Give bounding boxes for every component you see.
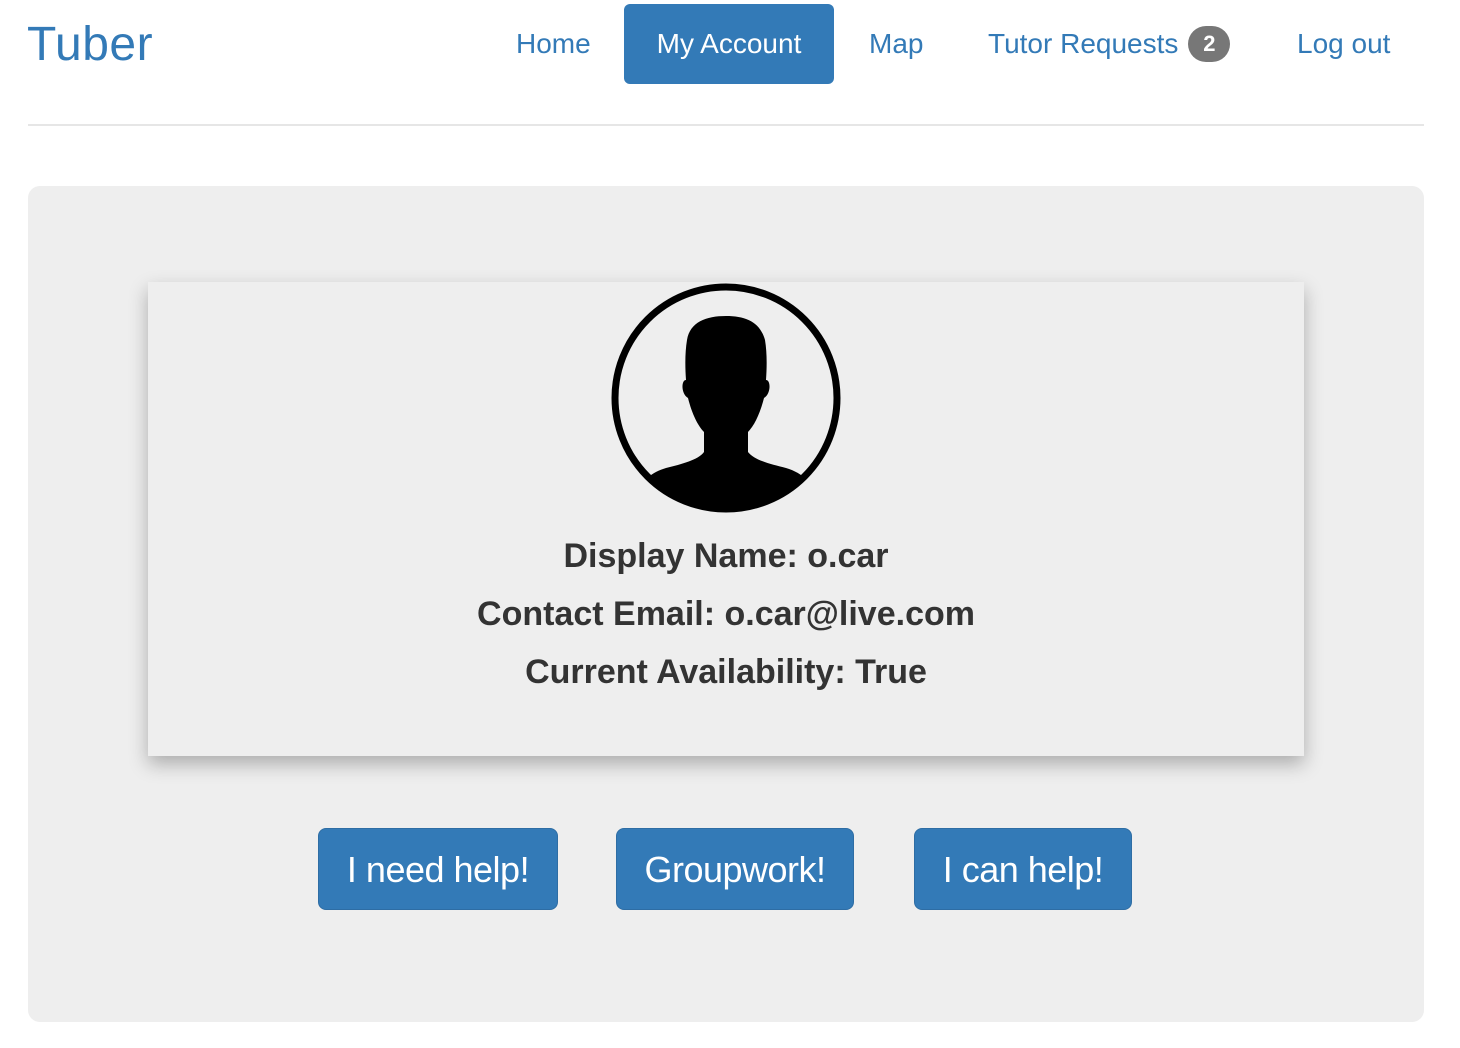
header-divider: [28, 124, 1424, 126]
navbar: Home My Account Map Tutor Requests 2 Log …: [0, 4, 1460, 84]
i-can-help-button[interactable]: I can help!: [914, 828, 1132, 910]
nav-home[interactable]: Home: [516, 4, 591, 84]
nav-log-out[interactable]: Log out: [1297, 4, 1390, 84]
user-silhouette-icon: [611, 283, 841, 513]
i-need-help-button[interactable]: I need help!: [318, 828, 558, 910]
display-name: Display Name: o.car: [563, 537, 889, 575]
groupwork-button[interactable]: Groupwork!: [616, 828, 854, 910]
nav-my-account[interactable]: My Account: [624, 4, 834, 84]
nav-tutor-requests-label: Tutor Requests: [988, 28, 1179, 59]
current-availability: Current Availability: True: [525, 653, 927, 691]
account-panel: Display Name: o.car Contact Email: o.car…: [28, 186, 1424, 1022]
contact-email: Contact Email: o.car@live.com: [477, 595, 975, 633]
tutor-requests-badge: 2: [1188, 26, 1231, 62]
nav-tutor-requests[interactable]: Tutor Requests 2: [988, 4, 1231, 84]
profile-card: Display Name: o.car Contact Email: o.car…: [148, 282, 1304, 756]
nav-map[interactable]: Map: [869, 4, 923, 84]
page: Tuber Home My Account Map Tutor Requests…: [0, 0, 1460, 1048]
